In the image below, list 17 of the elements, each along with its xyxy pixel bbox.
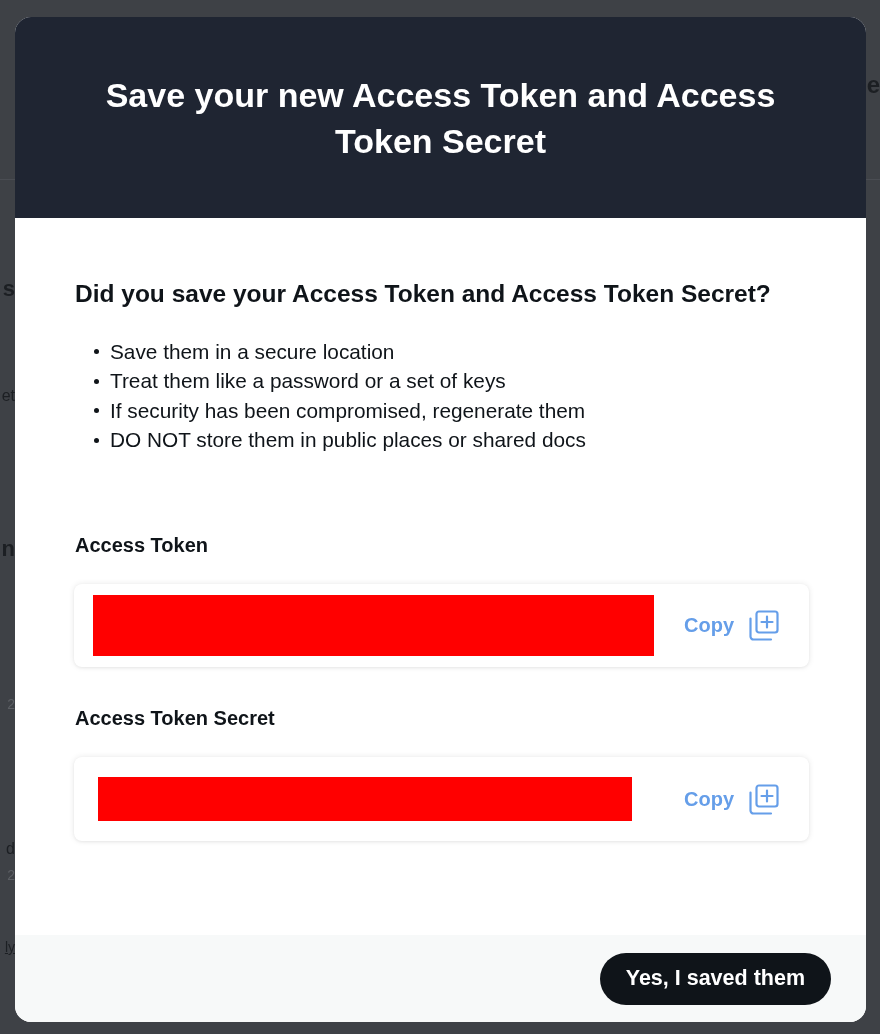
bullet-icon [94, 408, 99, 414]
copy-button[interactable]: Copy [684, 610, 779, 641]
bullet-icon [94, 349, 99, 355]
field-label: Access Token Secret [75, 706, 275, 730]
bullet-icon [94, 437, 99, 443]
copy-icon [749, 783, 779, 815]
dialog-title: Save your new Access Token and Access Token Secret [104, 74, 777, 162]
tip-text: DO NOT store them in public places or shared docs [110, 428, 586, 453]
copy-button[interactable]: Copy [684, 783, 779, 815]
confirm-button[interactable]: Yes, I saved them [599, 952, 831, 1005]
tip-text: Treat them like a password or a set of keys [110, 369, 506, 394]
tip-text: Save them in a secure location [110, 339, 395, 364]
copy-icon [749, 610, 779, 641]
bullet-icon [94, 378, 99, 384]
field-label: Access Token [75, 533, 209, 557]
tip-text: If security has been compromised, regenerate them [110, 398, 586, 423]
question-text: Did you save your Access Token and Access Token Secret? [75, 280, 771, 308]
